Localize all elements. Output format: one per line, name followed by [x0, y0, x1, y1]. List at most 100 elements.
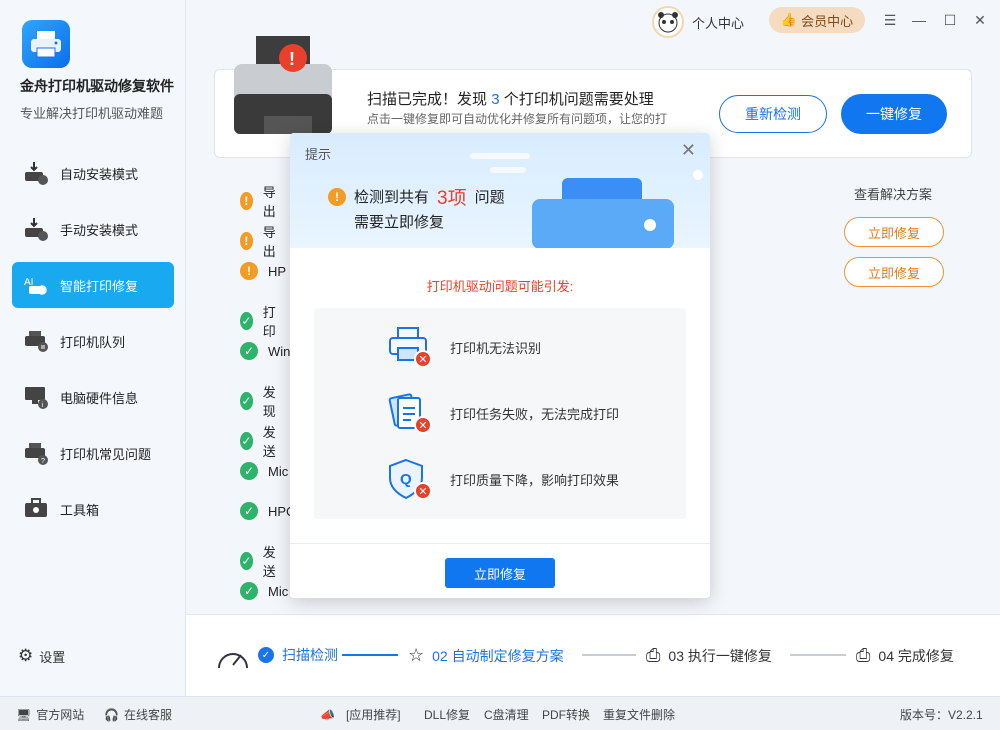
printer-illustration: ! [226, 34, 350, 142]
footer-label: PDF转换 [542, 708, 591, 722]
issue-text: 打印机无法识别 [450, 340, 542, 356]
gauge-icon [216, 641, 250, 674]
queue-icon [22, 327, 50, 355]
row-text: 打印 [262, 305, 276, 339]
warning-icon: ! [328, 187, 346, 206]
faq-icon: ? [22, 439, 50, 467]
check-icon: ✓ [240, 312, 253, 330]
list-item: ✓ HPC [240, 502, 295, 520]
step-execute: ⎙ 03 执行一键修复 [646, 645, 772, 666]
footer-label: 官方网站 [36, 708, 85, 722]
dialog-title: 提示 [305, 147, 332, 162]
fix-all-button[interactable]: 一键修复 [841, 94, 947, 134]
step-label: 02 自动制定修复方案 [432, 647, 564, 664]
check-icon: ✓ [240, 502, 258, 520]
document-star-icon: ☆ [408, 645, 425, 665]
footer-label: C盘清理 [484, 708, 529, 722]
online-service-link[interactable]: 🎧 在线客服 [104, 706, 172, 723]
check-icon: ✓ [240, 392, 253, 410]
dialog-header: 提示 ✕ ! 检测到共有 3项 问题 需要立即修复 [290, 133, 710, 248]
list-item: ✓ 发送 [240, 422, 281, 460]
list-item: ✓ Mic [240, 462, 288, 480]
fix-now-button[interactable]: 立即修复 [844, 257, 944, 287]
list-item: ✓ Win [240, 342, 290, 360]
vip-center-label: 会员中心 [801, 13, 854, 29]
list-item: ! HP [240, 262, 286, 280]
sidebar: 金舟打印机驱动修复软件 专业解决打印机驱动难题 自动安装模式 手动安装模式 AI… [0, 0, 186, 696]
settings-button[interactable]: ⚙ 设置 [18, 646, 65, 666]
version-label: 版本号：V2.2.1 [900, 706, 983, 723]
step-connector [342, 654, 398, 656]
list-item: ! 导出 [240, 182, 281, 220]
sidebar-item-toolbox[interactable]: 工具箱 [12, 486, 174, 532]
warning-icon: ! [240, 192, 253, 210]
step-complete: ⎙ 04 完成修复 [856, 645, 954, 666]
sidebar-item-label: 打印机常见问题 [60, 446, 152, 462]
headset-icon: 🎧 [104, 707, 119, 722]
sidebar-item-label: 电脑硬件信息 [60, 390, 139, 406]
row-text: Mic [268, 463, 289, 479]
list-item: ! 导出 [240, 222, 281, 260]
user-center-button[interactable]: 个人中心 [652, 6, 744, 38]
scan-title-prefix: 扫描已完成！发现 [367, 91, 488, 108]
pdf-convert-link[interactable]: PDF转换 [542, 706, 590, 723]
close-icon[interactable]: ✕ [970, 10, 990, 30]
fix-now-button[interactable]: 立即修复 [844, 217, 944, 247]
dialog-footer: 立即修复 [290, 543, 710, 598]
duplicate-delete-link[interactable]: 重复文件删除 [603, 706, 675, 723]
sidebar-item-smart-repair[interactable]: AI 智能打印修复 [12, 262, 174, 308]
quality-error-icon: Q ✕ [386, 456, 432, 502]
settings-label: 设置 [39, 649, 66, 665]
step-connector [790, 654, 846, 656]
row-text: 导出 [262, 225, 276, 259]
footer-label: DLL修复 [424, 708, 471, 722]
list-item: ✕ 打印任务失败，无法完成打印 [386, 390, 619, 436]
step-connector [582, 654, 636, 656]
rescan-button[interactable]: 重新检测 [719, 95, 827, 133]
sidebar-item-queue[interactable]: 打印机队列 [12, 318, 174, 364]
monitor-info-icon: i [22, 383, 50, 411]
menu-icon[interactable]: ☰ [880, 10, 900, 30]
sidebar-item-faq[interactable]: ? 打印机常见问题 [12, 430, 174, 476]
dll-repair-link[interactable]: DLL修复 [424, 706, 470, 723]
sidebar-item-label: 打印机队列 [60, 334, 126, 350]
check-icon: ✓ [240, 462, 258, 480]
minimize-icon[interactable]: — [909, 10, 929, 30]
progress-steps: ✓ 扫描检测 ☆ 02 自动制定修复方案 ⎙ 03 执行一键修复 ⎙ 04 完成… [186, 614, 1000, 696]
svg-text:Q: Q [400, 471, 412, 488]
close-icon[interactable]: ✕ [681, 140, 696, 161]
app-name: 金舟打印机驱动修复软件 [20, 78, 174, 94]
footer-label: [应用推荐] [345, 708, 401, 722]
issue-text: 打印任务失败，无法完成打印 [450, 406, 620, 422]
check-icon: ✓ [240, 342, 258, 360]
maximize-icon[interactable]: ☐ [940, 10, 960, 30]
document-error-icon: ✕ [386, 390, 432, 436]
row-text: Win [268, 343, 291, 359]
step-done-icon: ✓ [258, 647, 274, 663]
vip-center-button[interactable]: 👍 会员中心 [769, 7, 865, 33]
footer-label: 在线客服 [123, 708, 172, 722]
check-icon: ✓ [240, 432, 253, 450]
dialog-fix-now-button[interactable]: 立即修复 [445, 558, 555, 588]
manual-install-icon [22, 215, 50, 243]
step-label: 扫描检测 [282, 647, 338, 663]
sidebar-item-manual-install[interactable]: 手动安装模式 [12, 206, 174, 252]
list-item: ✓ Mic [240, 582, 288, 600]
sidebar-item-label: 工具箱 [60, 502, 100, 518]
alert-count: 3项 [437, 188, 467, 209]
list-item: ✓ 打印 [240, 302, 281, 340]
list-item: ✓ 发现 [240, 382, 281, 420]
step-label: 04 完成修复 [878, 647, 954, 664]
issue-list: ✕ 打印机无法识别 ✕ 打印任务失败，无法完成打印 Q ✕ 打印质量下降，影响打… [314, 308, 686, 519]
alert-line2: 需要立即修复 [354, 214, 445, 231]
row-text: Mic [268, 583, 289, 599]
disk-clean-link[interactable]: C盘清理 [484, 706, 529, 723]
printer-error-icon: ✕ [386, 324, 432, 370]
sidebar-item-hardware[interactable]: i 电脑硬件信息 [12, 374, 174, 420]
sidebar-item-label: 手动安装模式 [60, 222, 139, 238]
step-plan: ☆ 02 自动制定修复方案 [408, 645, 564, 666]
step-label: 03 执行一键修复 [668, 647, 772, 664]
list-item: ✓ 发送 [240, 542, 281, 580]
official-website-link[interactable]: 🖥 官方网站 [16, 706, 84, 723]
sidebar-item-auto-install[interactable]: 自动安装模式 [12, 150, 174, 196]
